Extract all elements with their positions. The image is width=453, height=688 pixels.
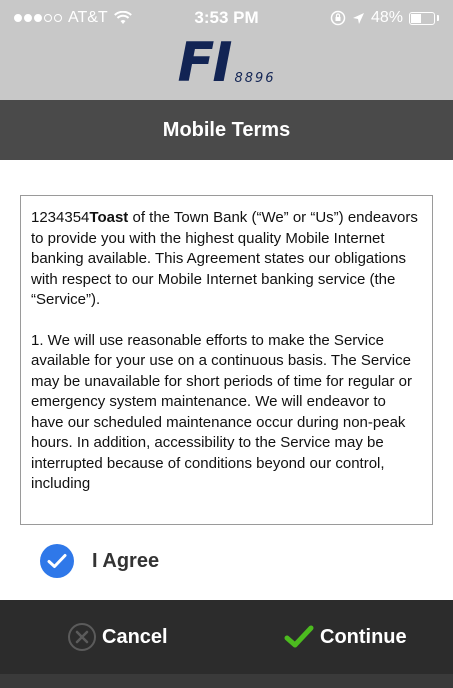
rotation-lock-icon bbox=[330, 10, 346, 26]
action-bar-bottom-strip bbox=[0, 674, 453, 688]
action-bar: Cancel Continue bbox=[0, 600, 453, 688]
logo-letters: FI bbox=[177, 31, 232, 94]
agree-label: I Agree bbox=[92, 549, 160, 572]
continue-button[interactable]: Continue bbox=[284, 618, 407, 656]
check-icon bbox=[284, 625, 314, 648]
agree-checkbox[interactable] bbox=[40, 544, 74, 578]
bank-logo: FI 8896 bbox=[0, 30, 453, 92]
cancel-button[interactable]: Cancel bbox=[68, 618, 168, 656]
app-header: AT&T 3:53 PM 48% FI 8896 bbox=[0, 0, 453, 100]
location-arrow-icon bbox=[352, 12, 364, 24]
battery-percent: 48% bbox=[370, 9, 403, 26]
terms-paragraph-2: 1. We will use reasonable efforts to mak… bbox=[31, 331, 413, 493]
continue-label: Continue bbox=[320, 625, 407, 648]
status-bar: AT&T 3:53 PM 48% bbox=[0, 0, 453, 34]
page-title: Mobile Terms bbox=[0, 100, 453, 160]
agree-checkbox-row[interactable]: I Agree bbox=[40, 541, 159, 581]
cancel-icon bbox=[68, 623, 96, 651]
terms-paragraph-1: 1234354Toast of the Town Bank (“We” or “… bbox=[31, 209, 418, 308]
terms-text-scroll[interactable]: 1234354Toast of the Town Bank (“We” or “… bbox=[20, 195, 433, 525]
battery-icon bbox=[409, 11, 435, 25]
status-right: 48% bbox=[330, 9, 439, 27]
checkmark-icon bbox=[47, 554, 67, 568]
logo-number: 8896 bbox=[234, 71, 276, 86]
cancel-label: Cancel bbox=[102, 625, 168, 648]
